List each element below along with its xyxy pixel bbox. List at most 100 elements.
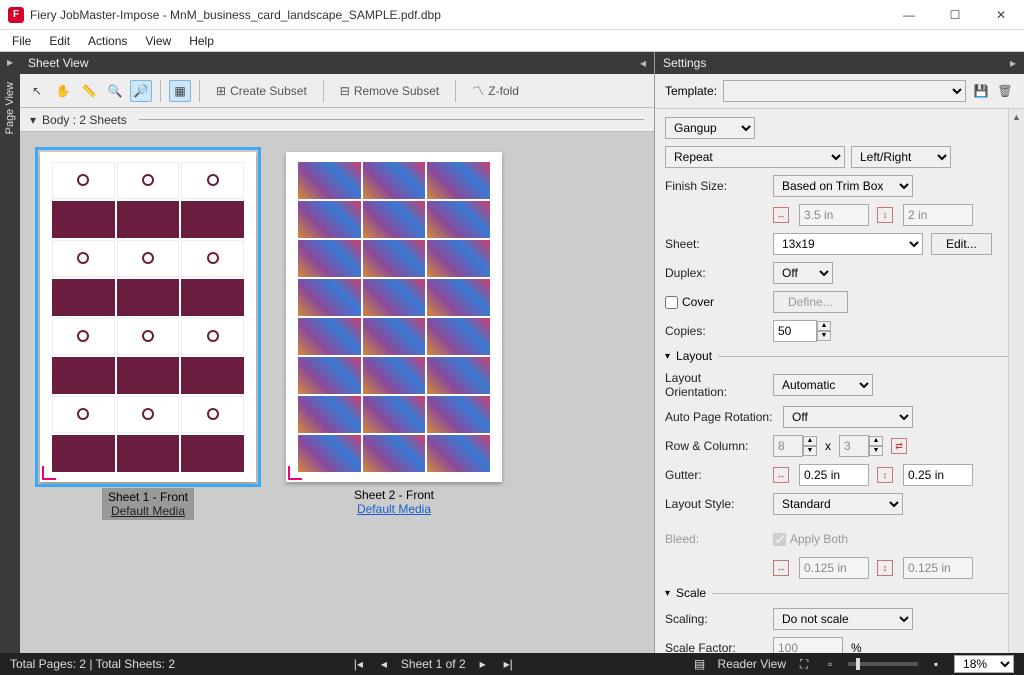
scale-factor-field bbox=[773, 637, 843, 653]
zfold-icon: 〽 bbox=[472, 82, 484, 99]
height-icon: ↕ bbox=[877, 207, 893, 223]
app-icon: F bbox=[8, 7, 24, 23]
fullscreen-icon[interactable]: ⛶ bbox=[796, 656, 812, 672]
zfold-button[interactable]: 〽Z-fold bbox=[464, 79, 527, 102]
zoom-select[interactable]: 18% bbox=[954, 655, 1014, 673]
caret-down-icon: ▾ bbox=[30, 113, 36, 127]
last-page-button[interactable]: ▸| bbox=[500, 657, 517, 671]
template-row: Template: 💾 🗑 bbox=[655, 74, 1024, 109]
cover-checkbox[interactable] bbox=[665, 296, 678, 309]
measure-tool[interactable]: 📏 bbox=[78, 80, 100, 102]
gutter-h-field[interactable] bbox=[903, 464, 973, 486]
orient-toggle-select[interactable]: Left/Right bbox=[851, 146, 951, 168]
fit-tool[interactable]: ▦ bbox=[169, 80, 191, 102]
apply-both-label: Apply Both bbox=[790, 532, 848, 546]
scroll-up-icon[interactable]: ▲ bbox=[1009, 109, 1024, 125]
settings-header: Settings ▸ bbox=[655, 52, 1024, 74]
settings-title: Settings bbox=[663, 56, 706, 70]
gangup-style-select[interactable]: Repeat bbox=[665, 146, 845, 168]
save-template-icon[interactable]: 💾 bbox=[972, 82, 990, 100]
menu-file[interactable]: File bbox=[4, 32, 39, 50]
sheet-thumbnail-1[interactable] bbox=[40, 152, 256, 482]
menu-help[interactable]: Help bbox=[181, 32, 222, 50]
apply-both-checkbox bbox=[773, 533, 786, 546]
reader-view-button[interactable]: Reader View bbox=[718, 657, 786, 671]
mode-select[interactable]: Gangup bbox=[665, 117, 755, 139]
scaling-select[interactable]: Do not scale bbox=[773, 608, 913, 630]
statusbar: Total Pages: 2 | Total Sheets: 2 |◂ ◂ Sh… bbox=[0, 653, 1024, 675]
window-title: Fiery JobMaster-Impose - MnM_business_ca… bbox=[30, 8, 886, 22]
sheet-toolbar: ↖ ✋ 📏 🔍 🔎 ▦ ⊞Create Subset ⊟Remove Subse… bbox=[20, 74, 654, 108]
sheet-block: Sheet 2 - Front Default Media bbox=[286, 152, 502, 633]
page-view-rail[interactable]: ▸ Page View bbox=[0, 52, 20, 653]
sheet-view-panel: Sheet View ◂ ↖ ✋ 📏 🔍 🔎 ▦ ⊞Create Subset … bbox=[20, 52, 654, 653]
sheet-title: Sheet 2 - Front bbox=[354, 488, 434, 502]
finish-size-select[interactable]: Based on Trim Box bbox=[773, 175, 913, 197]
rows-field bbox=[773, 435, 803, 457]
duplex-label: Duplex: bbox=[665, 266, 765, 280]
copies-up[interactable]: ▲ bbox=[817, 321, 831, 331]
caret-down-icon[interactable]: ▾ bbox=[665, 588, 670, 599]
status-totals: Total Pages: 2 | Total Sheets: 2 bbox=[10, 657, 175, 671]
zoom-slider[interactable] bbox=[848, 662, 918, 666]
finish-height-field bbox=[903, 204, 973, 226]
finish-width-field bbox=[799, 204, 869, 226]
sheet-view-title: Sheet View bbox=[28, 56, 89, 70]
page-indicator: Sheet 1 of 2 bbox=[401, 657, 466, 671]
zoom-out-icon[interactable]: ▫ bbox=[822, 656, 838, 672]
maximize-button[interactable]: ☐ bbox=[932, 0, 978, 30]
menu-actions[interactable]: Actions bbox=[80, 32, 135, 50]
create-subset-button[interactable]: ⊞Create Subset bbox=[208, 81, 315, 101]
orientation-select[interactable]: Automatic bbox=[773, 374, 873, 396]
layout-style-select[interactable]: Standard bbox=[773, 493, 903, 515]
rail-expand-icon[interactable]: ▸ bbox=[7, 52, 13, 72]
settings-scrollbar[interactable]: ▲ bbox=[1008, 109, 1024, 653]
scaling-label: Scaling: bbox=[665, 612, 765, 626]
menu-edit[interactable]: Edit bbox=[41, 32, 78, 50]
template-select[interactable] bbox=[723, 80, 966, 102]
titlebar: F Fiery JobMaster-Impose - MnM_business_… bbox=[0, 0, 1024, 30]
rowcol-label: Row & Column: bbox=[665, 439, 765, 453]
cover-define-button: Define... bbox=[773, 291, 848, 313]
settings-panel: Settings ▸ Template: 💾 🗑 Gangup Repeat L… bbox=[654, 52, 1024, 653]
sheet-caption: Sheet 1 - Front Default Media bbox=[102, 488, 194, 520]
sheet-media-link[interactable]: Default Media bbox=[111, 504, 185, 518]
width-icon: ↔ bbox=[773, 560, 789, 576]
autorot-select[interactable]: Off bbox=[783, 406, 913, 428]
cols-field bbox=[839, 435, 869, 457]
delete-template-icon[interactable]: 🗑 bbox=[996, 82, 1014, 100]
sheet-label: Sheet: bbox=[665, 237, 765, 251]
minimize-button[interactable]: — bbox=[886, 0, 932, 30]
close-button[interactable]: ✕ bbox=[978, 0, 1024, 30]
collapse-icon[interactable]: ◂ bbox=[640, 56, 646, 70]
pan-tool[interactable]: ✋ bbox=[52, 80, 74, 102]
sheet-media-link[interactable]: Default Media bbox=[357, 502, 431, 516]
page-view-tab[interactable]: Page View bbox=[2, 72, 18, 144]
bleed-label: Bleed: bbox=[665, 532, 765, 546]
remove-subset-button[interactable]: ⊟Remove Subset bbox=[332, 81, 447, 101]
reader-view-icon[interactable]: ▤ bbox=[692, 656, 708, 672]
next-page-button[interactable]: ▸ bbox=[476, 657, 490, 671]
sheet-size-select[interactable]: 13x19 bbox=[773, 233, 923, 255]
zoom-out-tool[interactable]: 🔎 bbox=[130, 80, 152, 102]
sheet-thumbnail-2[interactable] bbox=[286, 152, 502, 482]
first-page-button[interactable]: |◂ bbox=[350, 657, 367, 671]
menu-view[interactable]: View bbox=[137, 32, 179, 50]
zoom-in-icon[interactable]: ▪ bbox=[928, 656, 944, 672]
sheets-area: Sheet 1 - Front Default Media bbox=[20, 132, 654, 653]
link-icon[interactable]: ⇄ bbox=[891, 438, 907, 454]
copies-field[interactable] bbox=[773, 320, 817, 342]
caret-down-icon[interactable]: ▾ bbox=[665, 351, 670, 362]
body-section-bar[interactable]: ▾ Body : 2 Sheets bbox=[20, 108, 654, 132]
copies-down[interactable]: ▼ bbox=[817, 331, 831, 341]
zoom-in-tool[interactable]: 🔍 bbox=[104, 80, 126, 102]
collapse-icon[interactable]: ▸ bbox=[1010, 56, 1016, 70]
x-label: x bbox=[825, 439, 831, 453]
prev-page-button[interactable]: ◂ bbox=[377, 657, 391, 671]
pointer-tool[interactable]: ↖ bbox=[26, 80, 48, 102]
gutter-w-field[interactable] bbox=[799, 464, 869, 486]
bleed-h-field bbox=[903, 557, 973, 579]
sheet-view-header: Sheet View ◂ bbox=[20, 52, 654, 74]
sheet-edit-button[interactable]: Edit... bbox=[931, 233, 992, 255]
duplex-select[interactable]: Off bbox=[773, 262, 833, 284]
